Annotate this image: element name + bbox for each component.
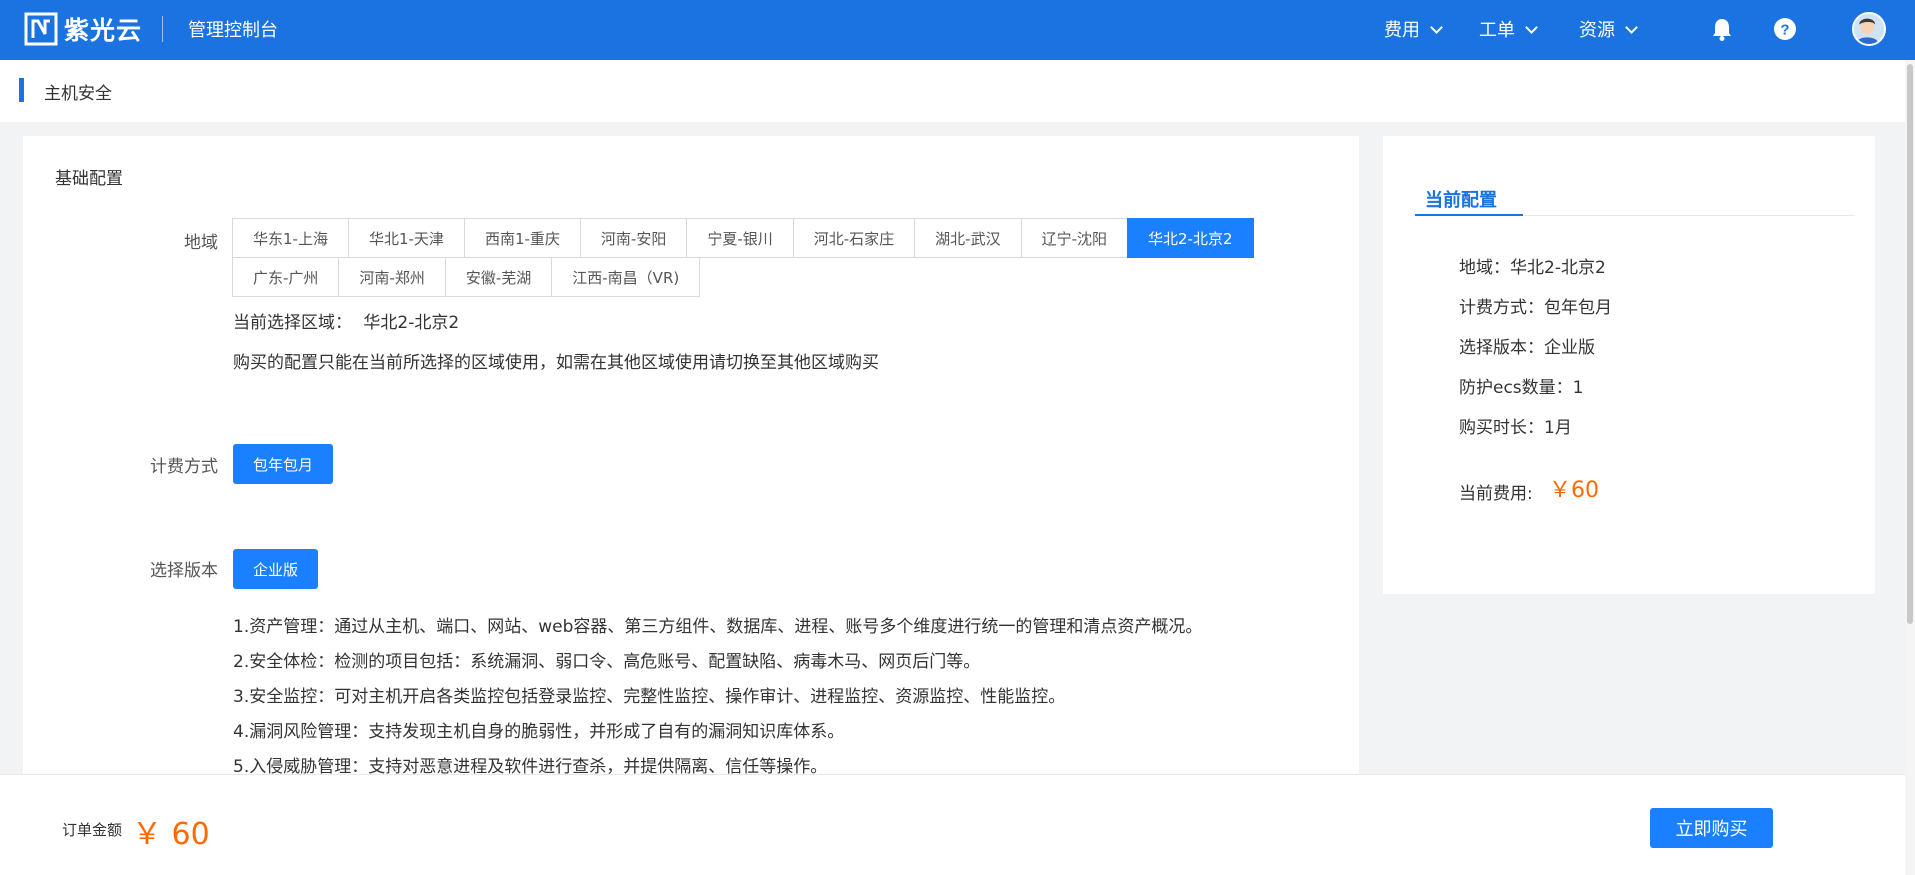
topbar-divider (162, 16, 163, 42)
order-footer: 订单金额 ￥ 60 立即购买 (0, 774, 1905, 875)
current-config-panel: 当前配置 地域：华北2-北京2 计费方式：包年包月 选择版本：企业版 防护ecs… (1383, 136, 1875, 594)
region-tab[interactable]: 湖北-武汉 (914, 218, 1022, 258)
region-tab[interactable]: 江西-南昌（VR) (551, 257, 701, 297)
page-title: 主机安全 (44, 84, 112, 104)
current-fee-label: 当前费用: (1459, 484, 1533, 504)
chevron-down-icon (1525, 20, 1538, 34)
avatar-icon (1854, 14, 1884, 44)
feature-item: 2.安全体检：检测的项目包括：系统漏洞、弱口令、高危账号、配置缺陷、病毒木马、网… (233, 652, 981, 672)
summary-ecs-count: 防护ecs数量：1 (1459, 378, 1584, 398)
region-tab[interactable]: 河南-郑州 (338, 257, 446, 297)
console-title[interactable]: 管理控制台 (188, 16, 278, 42)
brand-name: 紫光云 (64, 16, 143, 45)
feature-list: 1.资产管理：通过从主机、端口、网站、web容器、第三方组件、数据库、进程、账号… (233, 610, 1202, 776)
summary-version: 选择版本：企业版 (1459, 338, 1595, 358)
summary-billing: 计费方式：包年包月 (1459, 298, 1612, 318)
region-selector: 华东1-上海 华北1-天津 西南1-重庆 河南-安阳 宁夏-银川 河北-石家庄 湖北-武汉辽… (232, 218, 1254, 297)
help-icon[interactable]: ? (1771, 15, 1799, 43)
top-navigation-bar: 紫光云 管理控制台 费用 工单 资源 ? (0, 0, 1915, 60)
buy-now-button[interactable]: 立即购买 (1650, 808, 1773, 848)
feature-item: 4.漏洞风险管理：支持发现主机自身的脆弱性，并形成了自有的漏洞知识库体系。 (233, 722, 845, 742)
feature-item: 5.入侵威胁管理：支持对恶意进程及软件进行查杀，并提供隔离、信任等操作。 (233, 757, 828, 776)
menu-billing[interactable]: 费用 (1384, 16, 1443, 42)
brand-logo[interactable]: 紫光云 (24, 11, 142, 47)
region-tab[interactable]: 辽宁-沈阳 (1020, 218, 1129, 258)
svg-text:?: ? (1780, 22, 1789, 39)
current-region-value: 华北2-北京2 (363, 313, 460, 333)
menu-billing-label: 费用 (1384, 20, 1420, 41)
region-tab[interactable]: 华北1-天津 (347, 218, 465, 258)
chevron-down-icon (1625, 20, 1638, 34)
menu-resources[interactable]: 资源 (1579, 16, 1638, 42)
scrollbar-thumb[interactable] (1907, 64, 1913, 624)
tab-current-config[interactable]: 当前配置 (1425, 186, 1497, 212)
current-region-label: 当前选择区域： (233, 313, 352, 333)
billing-option-button[interactable]: 包年包月 (233, 444, 333, 484)
region-tab[interactable]: 华北2-北京2 (1127, 218, 1254, 258)
bell-icon[interactable] (1708, 15, 1736, 43)
menu-resources-label: 资源 (1579, 20, 1615, 41)
page-scrollbar[interactable] (1905, 60, 1915, 875)
current-fee-value: ￥60 (1549, 478, 1599, 503)
breadcrumb-accent (19, 78, 24, 102)
user-avatar[interactable] (1852, 12, 1886, 46)
version-label: 选择版本 (150, 561, 218, 581)
current-region-text: 当前选择区域： 华北2-北京2 (233, 308, 459, 333)
region-note: 购买的配置只能在当前所选择的区域使用，如需在其他区域使用请切换至其他区域购买 (233, 353, 879, 373)
summary-duration: 购买时长：1月 (1459, 418, 1572, 438)
region-tab[interactable]: 河北-石家庄 (792, 218, 916, 258)
region-tab[interactable]: 华东1-上海 (232, 218, 349, 258)
menu-tickets-label: 工单 (1479, 20, 1515, 41)
region-tab[interactable]: 安徽-芜湖 (444, 257, 553, 297)
basic-config-panel: 基础配置 地域 华东1-上海 华北1-天津 西南1-重庆 河南-安阳 宁夏-银川 河北-石… (23, 136, 1359, 776)
region-label: 地域 (184, 233, 218, 253)
breadcrumb: 主机安全 (0, 60, 1905, 122)
summary-region: 地域：华北2-北京2 (1459, 258, 1606, 278)
region-tab-row: 广东-广州 河南-郑州 安徽-芜湖 江西-南昌（VR) (232, 257, 1233, 297)
menu-tickets[interactable]: 工单 (1479, 16, 1538, 42)
tab-underline (1415, 214, 1523, 216)
region-tab[interactable]: 广东-广州 (232, 257, 340, 297)
region-tab[interactable]: 西南1-重庆 (463, 218, 581, 258)
chevron-down-icon (1430, 20, 1443, 34)
order-amount-value: ￥ 60 (132, 817, 210, 852)
version-option-button[interactable]: 企业版 (233, 549, 318, 589)
feature-item: 3.安全监控：可对主机开启各类监控包括登录监控、完整性监控、操作审计、进程监控、… (233, 687, 1066, 707)
feature-item: 1.资产管理：通过从主机、端口、网站、web容器、第三方组件、数据库、进程、账号… (233, 617, 1203, 637)
billing-label: 计费方式 (150, 457, 218, 477)
region-tab-row: 华东1-上海 华北1-天津 西南1-重庆 河南-安阳 宁夏-银川 河北-石家庄 湖北-武汉辽… (232, 218, 1254, 258)
order-amount-label: 订单金额 (62, 821, 123, 839)
region-tab[interactable]: 宁夏-银川 (686, 218, 794, 258)
section-title: 基础配置 (55, 169, 123, 189)
brand-logo-icon (24, 12, 58, 46)
region-tab[interactable]: 河南-安阳 (579, 218, 688, 258)
